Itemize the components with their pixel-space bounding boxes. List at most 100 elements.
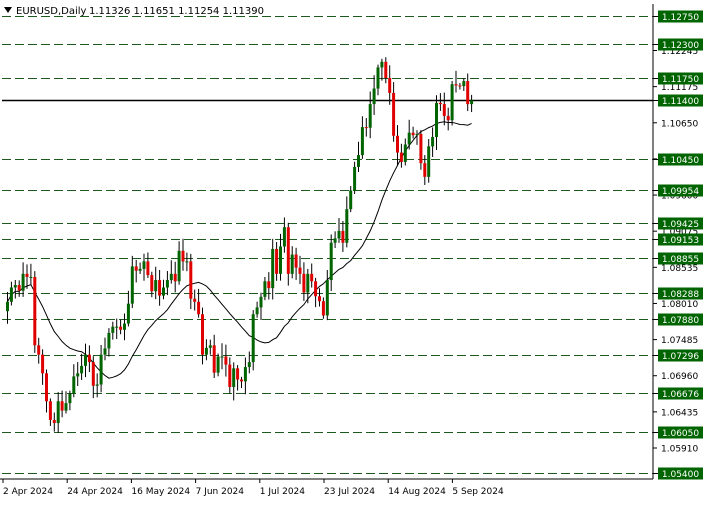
candle-body-bull — [368, 104, 372, 128]
candle-body-bull — [232, 368, 236, 387]
level-tag-label: 1.05400 — [662, 470, 699, 480]
candle-body-bull — [470, 100, 474, 105]
candle-body-bull — [450, 84, 454, 121]
price-label: 1.08010 — [661, 300, 698, 310]
candle-body-bull — [380, 61, 384, 68]
price-label: 1.08535 — [661, 264, 698, 274]
candle-body-bull — [185, 261, 189, 263]
candle-body-bull — [111, 326, 115, 333]
candle-body-bull — [126, 303, 130, 324]
level-tag-label: 1.09954 — [662, 187, 699, 197]
chart-header: EURUSD,Daily 1.11326 1.11651 1.11254 1.1… — [4, 6, 264, 17]
candle-body-bull — [107, 332, 111, 349]
candle-body-bear — [384, 61, 388, 78]
candle-body-bear — [146, 261, 150, 276]
time-label: 23 Jul 2024 — [324, 487, 375, 497]
candle-body-bear — [134, 266, 138, 271]
candle-body-bear — [392, 92, 396, 136]
price-label: 1.06960 — [661, 372, 698, 382]
candle-body-bull — [282, 227, 286, 247]
candle-body-bull — [29, 276, 33, 278]
candle-body-bull — [435, 102, 438, 138]
time-label: 24 Apr 2024 — [67, 487, 123, 497]
candle-body-bull — [99, 354, 103, 385]
candle-body-bear — [87, 354, 91, 363]
symbol-label: EURUSD,Daily — [16, 6, 87, 17]
candle-body-bear — [302, 273, 306, 293]
candle-body-bull — [204, 347, 208, 355]
candle-body-bull — [360, 127, 364, 156]
candle-body-bull — [255, 307, 259, 315]
candle-body-bull — [372, 88, 376, 105]
candle-body-bear — [294, 254, 298, 268]
candle-body-bull — [169, 273, 173, 281]
candle-body-bear — [466, 81, 470, 105]
time-label: 1 Jul 2024 — [260, 487, 305, 497]
candle-body-bull — [337, 230, 341, 239]
candle-body-bull — [247, 362, 251, 368]
candle-body-bear — [240, 379, 243, 382]
candle-body-bear — [442, 104, 446, 116]
candle-body-bull — [216, 356, 220, 373]
candle-body-bull — [263, 281, 267, 297]
candle-body-bull — [329, 242, 333, 281]
candle-body-bear — [267, 281, 271, 289]
time-label: 16 May 2024 — [131, 487, 190, 497]
candle-body-bull — [353, 166, 357, 191]
candle-body-bull — [84, 354, 87, 366]
candle-body-bear — [212, 345, 216, 373]
candle-body-bull — [56, 401, 60, 424]
price-label: 1.06435 — [661, 408, 698, 418]
candle-body-bull — [95, 384, 99, 386]
level-tag-label: 1.08855 — [662, 255, 699, 265]
chart-background — [0, 0, 703, 502]
level-tag-label: 1.11400 — [662, 97, 699, 107]
candle-body-bull — [243, 367, 247, 382]
candle-body-bull — [72, 376, 76, 394]
level-tag-label: 1.09153 — [662, 236, 699, 246]
level-tag-label: 1.12750 — [662, 13, 699, 23]
candle-body-bear — [318, 296, 321, 302]
candle-body-bear — [119, 326, 123, 330]
candle-body-bull — [6, 301, 9, 312]
level-tag-label: 1.07880 — [662, 316, 699, 326]
candle-body-bear — [286, 227, 290, 274]
candle-body-bear — [396, 135, 399, 153]
level-tag-label: 1.06050 — [662, 429, 699, 439]
price-label: 1.10650 — [661, 119, 698, 129]
candle-body-bear — [33, 276, 37, 346]
level-tag-label: 1.08288 — [662, 290, 699, 300]
candle-body-bear — [458, 85, 462, 87]
candle-body-bear — [201, 314, 204, 355]
candle-body-bear — [236, 368, 240, 380]
candle-body-bear — [321, 301, 325, 316]
level-tag-label: 1.12300 — [662, 41, 699, 51]
candle-body-bear — [25, 273, 29, 277]
candle-body-bear — [423, 163, 427, 177]
candle-body-bull — [376, 67, 380, 89]
candle-body-bull — [325, 280, 329, 316]
candle-body-bear — [60, 401, 64, 411]
candle-body-bear — [446, 115, 450, 121]
candle-body-bear — [45, 373, 48, 402]
candle-body-bull — [345, 209, 349, 243]
candle-body-bull — [462, 81, 466, 87]
candle-body-bull — [427, 146, 431, 177]
candle-body-bull — [431, 137, 435, 147]
candle-body-bull — [403, 144, 407, 162]
candle-body-bear — [150, 275, 154, 292]
candle-body-bear — [275, 248, 279, 274]
candle-body-bear — [419, 133, 423, 164]
ohlc-readout: 1.11326 1.11651 1.11254 1.11390 — [89, 6, 264, 17]
candle-body-bull — [142, 261, 146, 269]
candle-body-bull — [279, 246, 282, 274]
candle-body-bear — [181, 250, 185, 262]
candle-body-bear — [158, 280, 162, 296]
price-label: 1.07485 — [661, 336, 698, 346]
candle-body-bear — [41, 354, 45, 374]
candle-body-bull — [271, 248, 275, 289]
level-tag-label: 1.06676 — [662, 390, 699, 400]
time-label: 7 Jun 2024 — [196, 487, 245, 497]
candle-body-bear — [228, 364, 232, 387]
candle-body-bull — [13, 285, 17, 288]
